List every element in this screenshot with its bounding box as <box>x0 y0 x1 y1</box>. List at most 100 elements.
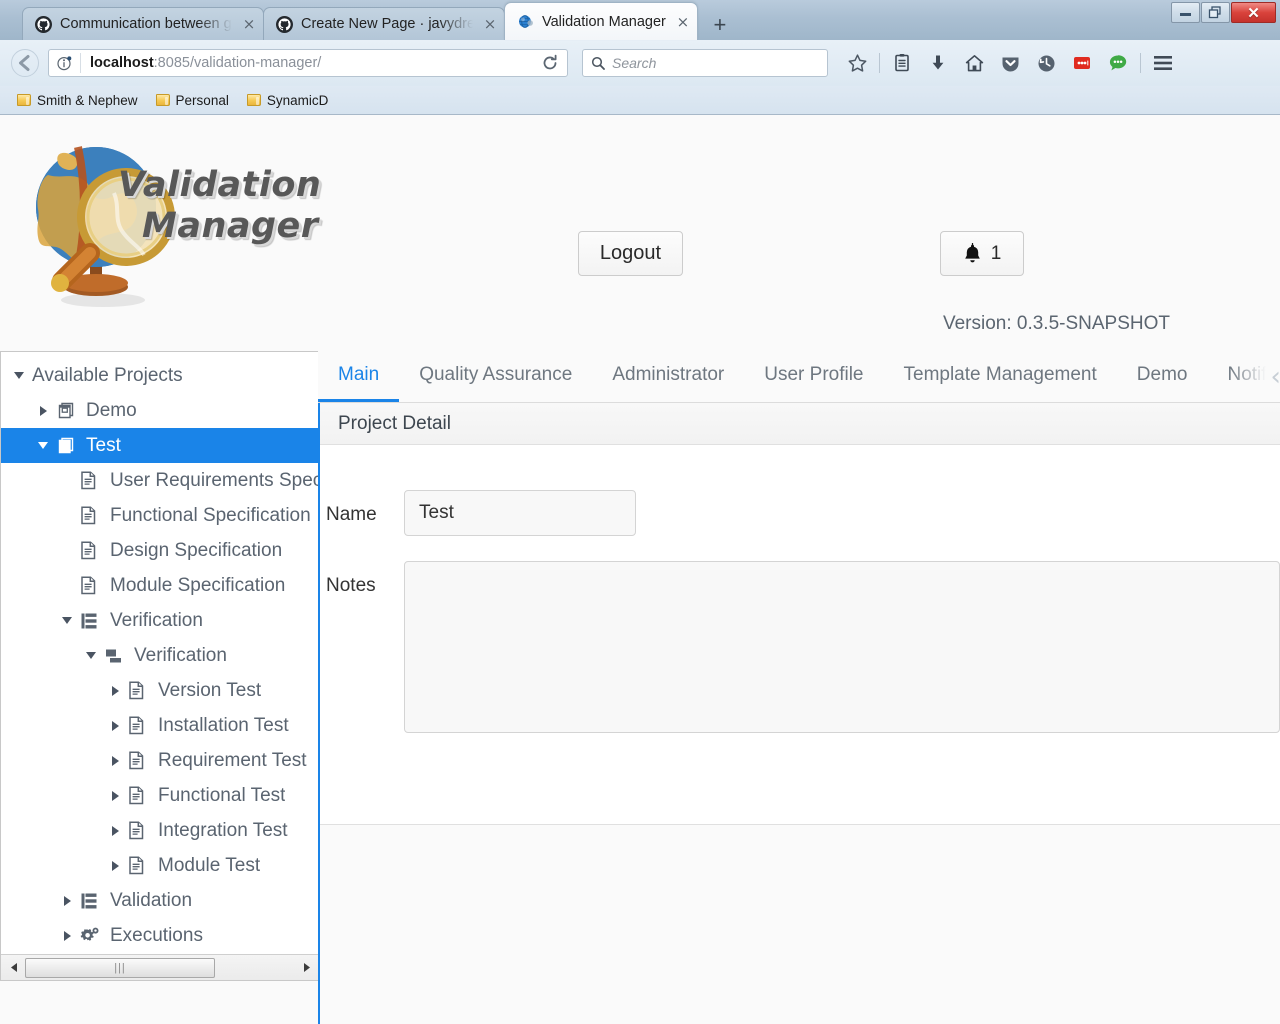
close-button[interactable]: ✕ <box>1231 2 1276 23</box>
document-icon <box>81 541 96 560</box>
tree-node[interactable]: User Requirements Specification <box>1 463 319 498</box>
chevron-right-icon[interactable] <box>107 755 123 766</box>
folder-icon <box>17 94 31 106</box>
tree-node[interactable]: Requirement Test <box>1 743 319 778</box>
notifications-button[interactable]: 1 <box>940 231 1024 276</box>
tree-node[interactable]: Version Test <box>1 673 319 708</box>
search-box[interactable]: Search <box>582 49 828 77</box>
tree-node[interactable]: Design Specification <box>1 533 319 568</box>
chevron-right-icon[interactable] <box>107 685 123 696</box>
notes-textarea[interactable] <box>404 561 1280 733</box>
test-doc-icon <box>128 716 150 735</box>
tree-node[interactable]: Module Test <box>1 848 319 883</box>
chevron-right-icon[interactable] <box>35 405 51 416</box>
bookmarks-bar: Smith & Nephew Personal SynamicD <box>0 86 1280 115</box>
scroll-right-icon[interactable] <box>295 962 317 973</box>
name-input[interactable]: Test <box>404 490 636 536</box>
minimize-button[interactable] <box>1171 2 1200 23</box>
scroll-left-icon[interactable] <box>3 962 25 973</box>
adblock-icon[interactable] <box>1065 48 1099 78</box>
project-icon <box>56 402 78 420</box>
tab-quality-assurance[interactable]: Quality Assurance <box>399 351 592 402</box>
chevron-down-icon[interactable] <box>59 617 75 624</box>
history-icon[interactable] <box>1029 48 1063 78</box>
restore-button[interactable] <box>1201 2 1230 23</box>
tab-administrator[interactable]: Administrator <box>592 351 744 402</box>
back-button[interactable] <box>8 48 42 78</box>
tab-demo[interactable]: Demo <box>1117 351 1208 402</box>
tab-notif[interactable]: Notif <box>1207 351 1270 402</box>
tree-horizontal-scrollbar[interactable]: ||| <box>1 954 319 980</box>
bookmark-item-synamicd[interactable]: SynamicD <box>240 91 336 110</box>
tab-template-management[interactable]: Template Management <box>884 351 1117 402</box>
content-tabbar: Main Quality Assurance Administrator User P… <box>318 351 1280 403</box>
bookmark-star-icon[interactable] <box>840 48 874 78</box>
tree-node[interactable]: Available Projects <box>1 358 319 393</box>
app-header: Validation Manager Logout 1 Version: 0.3… <box>0 115 1280 334</box>
tree-node-label: Requirement Test <box>158 749 307 771</box>
chevron-right-icon[interactable] <box>107 790 123 801</box>
tree-node[interactable]: Module Specification <box>1 568 319 603</box>
folder-icon <box>246 94 261 106</box>
scrollbar-track[interactable]: ||| <box>25 957 295 978</box>
tree-node[interactable]: Demo <box>1 393 319 428</box>
name-label: Name <box>326 504 377 525</box>
browser-tab-1[interactable]: Communication between gro × <box>22 7 264 40</box>
tree-node[interactable]: Test <box>1 428 319 463</box>
tree-node[interactable]: Integration Test <box>1 813 319 848</box>
home-icon[interactable] <box>957 48 991 78</box>
tree-node[interactable]: Functional Specification <box>1 498 319 533</box>
browser-tab-title: Validation Manager <box>542 13 666 30</box>
tree-node[interactable]: Functional Test <box>1 778 319 813</box>
chevron-right-icon[interactable] <box>107 720 123 731</box>
menu-icon[interactable] <box>1146 48 1180 78</box>
chevron-down-icon[interactable] <box>83 652 99 659</box>
logout-button[interactable]: Logout <box>578 231 683 276</box>
tab-user-profile[interactable]: User Profile <box>744 351 883 402</box>
site-identity-icon[interactable] <box>55 53 81 73</box>
tab-main[interactable]: Main <box>318 351 400 402</box>
tree-node[interactable]: Validation <box>1 883 319 918</box>
tree-node[interactable]: Executions <box>1 918 319 953</box>
chevron-right-icon[interactable] <box>59 895 75 906</box>
browser-tab-title: Communication between gro <box>60 16 232 32</box>
chevron-right-icon[interactable] <box>59 930 75 941</box>
chat-icon[interactable] <box>1101 48 1135 78</box>
notes-label: Notes <box>326 575 376 596</box>
tab-close-icon[interactable]: × <box>673 12 693 32</box>
tree-node-label: Verification <box>134 644 227 666</box>
sub-hierarchy-icon <box>104 648 126 664</box>
browser-tab-2[interactable]: Create New Page · javydream × <box>263 7 505 40</box>
tab-close-icon[interactable]: × <box>239 14 259 34</box>
reload-icon[interactable] <box>535 54 565 72</box>
tree-node-label: User Requirements Specification <box>110 469 319 491</box>
tree-node[interactable]: Verification <box>1 603 319 638</box>
hierarchy-icon <box>80 892 102 910</box>
bookmark-item-personal[interactable]: Personal <box>149 91 236 110</box>
tree-node[interactable]: Installation Test <box>1 708 319 743</box>
tree-node[interactable]: Verification <box>1 638 319 673</box>
chevron-down-icon[interactable] <box>35 442 51 449</box>
url-bar[interactable]: localhost:8085/validation-manager/ <box>48 49 568 77</box>
reading-list-icon[interactable] <box>885 48 919 78</box>
new-tab-button[interactable]: + <box>705 10 735 40</box>
chevron-down-icon[interactable] <box>11 372 27 379</box>
tab-scroll-controls: ‹ › <box>1270 351 1280 402</box>
chevron-right-icon[interactable] <box>107 860 123 871</box>
browser-tab-3-active[interactable]: Validation Manager × <box>504 2 698 40</box>
tab-close-icon[interactable]: × <box>480 14 500 34</box>
browser-navbar: localhost:8085/validation-manager/ Searc… <box>0 40 1280 86</box>
tree-node-label: Demo <box>86 399 137 421</box>
pocket-icon[interactable] <box>993 48 1027 78</box>
bookmark-label: Smith & Nephew <box>37 92 138 108</box>
main-content: Main Quality Assurance Administrator User P… <box>318 351 1280 1024</box>
scrollbar-thumb[interactable]: ||| <box>25 957 215 978</box>
chevron-right-icon[interactable] <box>107 825 123 836</box>
downloads-icon[interactable] <box>921 48 955 78</box>
bookmark-item-smith-nephew[interactable]: Smith & Nephew <box>10 91 145 110</box>
toolbar-separator <box>879 53 880 73</box>
test-doc-icon <box>129 786 144 805</box>
tree-node-label: Test <box>86 434 121 456</box>
tree-node-label: Functional Specification <box>110 504 311 526</box>
tab-scroll-left-icon[interactable]: ‹ <box>1271 364 1280 390</box>
